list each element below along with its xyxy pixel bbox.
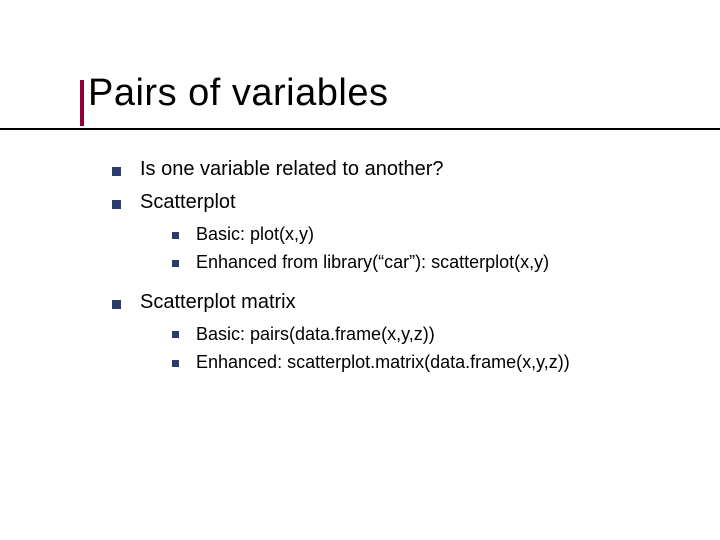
slide-body: Is one variable related to another? Scat…	[112, 156, 672, 388]
sub-bullet-list: Basic: plot(x,y) Enhanced from library(“…	[140, 222, 672, 275]
bullet-text: Basic: plot(x,y)	[196, 224, 314, 244]
bullet-text: Scatterplot	[140, 191, 236, 213]
list-item: Enhanced from library(“car”): scatterplo…	[172, 250, 672, 274]
list-item: Scatterplot matrix Basic: pairs(data.fra…	[112, 289, 672, 375]
list-item: Enhanced: scatterplot.matrix(data.frame(…	[172, 350, 672, 374]
sub-bullet-list: Basic: pairs(data.frame(x,y,z)) Enhanced…	[140, 322, 672, 375]
bullet-text: Enhanced: scatterplot.matrix(data.frame(…	[196, 352, 570, 372]
title-underline	[0, 128, 720, 130]
slide: Pairs of variables Is one variable relat…	[0, 0, 720, 540]
bullet-list: Is one variable related to another? Scat…	[112, 156, 672, 374]
bullet-text: Is one variable related to another?	[140, 158, 444, 180]
list-item: Is one variable related to another?	[112, 156, 672, 183]
accent-bar	[80, 80, 84, 126]
list-item: Scatterplot Basic: plot(x,y) Enhanced fr…	[112, 189, 672, 275]
bullet-text: Enhanced from library(“car”): scatterplo…	[196, 252, 549, 272]
slide-title: Pairs of variables	[88, 72, 388, 115]
bullet-text: Scatterplot matrix	[140, 291, 296, 313]
list-item: Basic: pairs(data.frame(x,y,z))	[172, 322, 672, 346]
bullet-text: Basic: pairs(data.frame(x,y,z))	[196, 324, 435, 344]
list-item: Basic: plot(x,y)	[172, 222, 672, 246]
title-block: Pairs of variables	[88, 72, 388, 115]
